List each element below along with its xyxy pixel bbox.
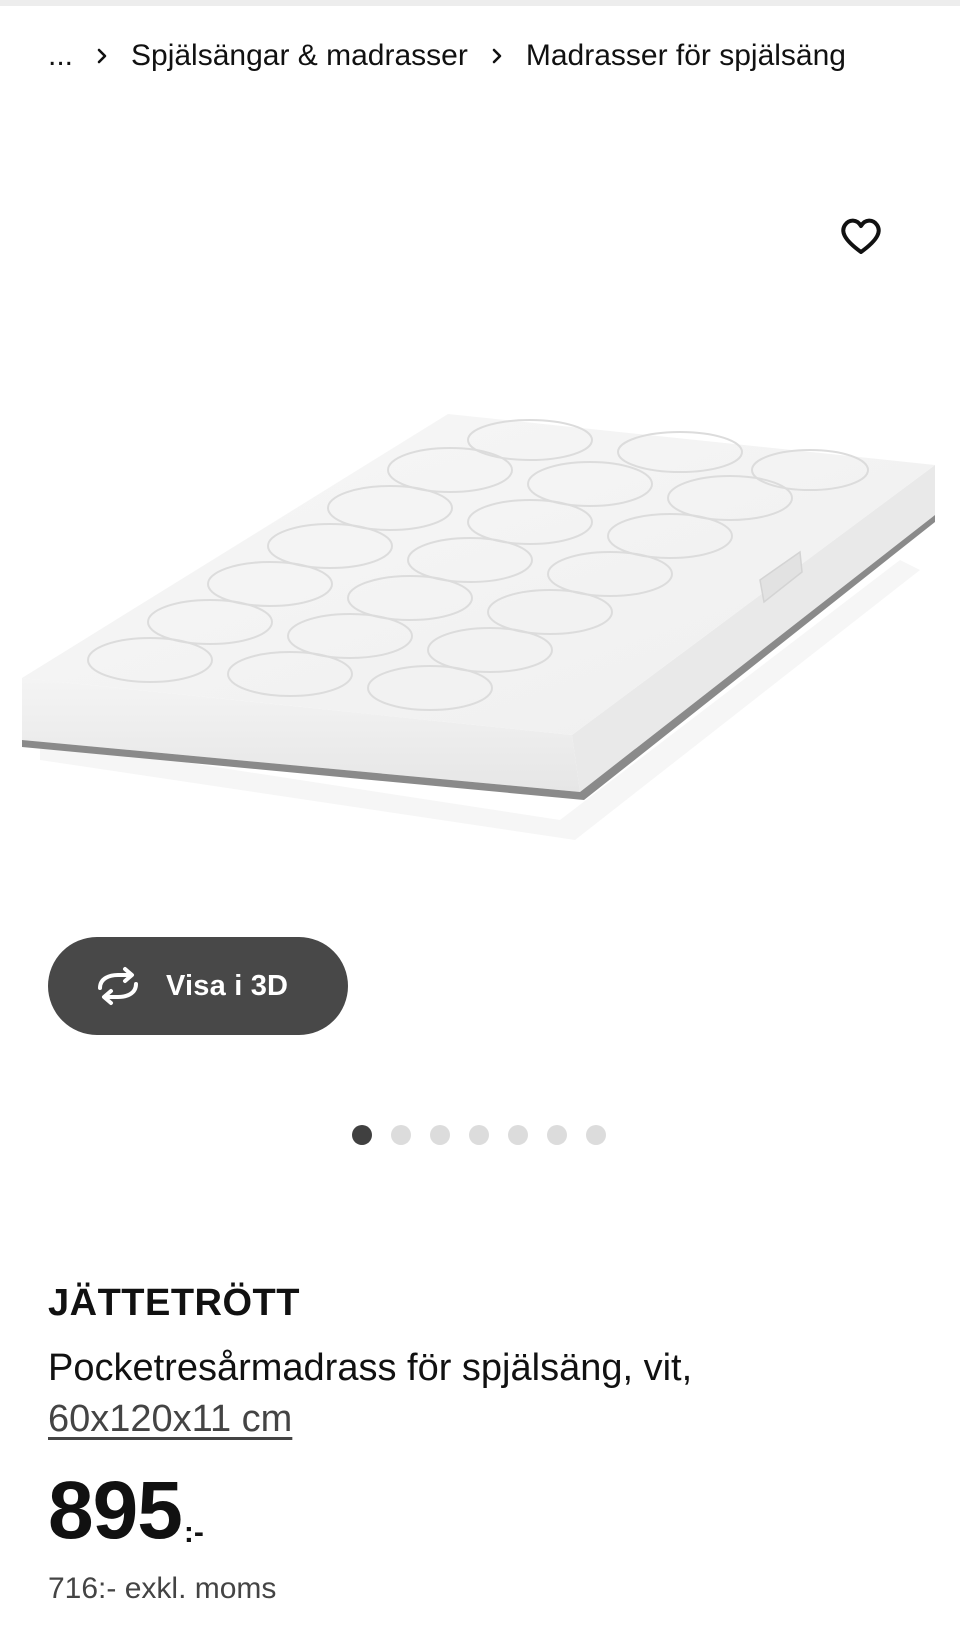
product-name: JÄTTETRÖTT: [48, 1282, 300, 1324]
product-image[interactable]: [0, 340, 960, 960]
product-size-link[interactable]: 60x120x11 cm: [48, 1398, 292, 1441]
pagination-dot[interactable]: [391, 1125, 411, 1145]
favorite-button[interactable]: [835, 210, 887, 262]
product-description: Pocketresårmadrass för spjälsäng, vit,: [48, 1347, 693, 1389]
chevron-right-icon: [490, 47, 504, 65]
view-in-3d-label: Visa i 3D: [166, 969, 289, 1002]
image-pagination: [352, 1125, 606, 1145]
pagination-dot[interactable]: [508, 1125, 528, 1145]
pagination-dot[interactable]: [586, 1125, 606, 1145]
chevron-right-icon: [95, 47, 109, 65]
top-divider: [0, 0, 960, 6]
breadcrumb-item-cribs-mattresses[interactable]: Spjälsängar & madrasser: [131, 39, 468, 73]
pagination-dot[interactable]: [352, 1125, 372, 1145]
pagination-dot[interactable]: [547, 1125, 567, 1145]
breadcrumb-item-crib-mattresses[interactable]: Madrasser för spjälsäng: [526, 39, 846, 73]
view-in-3d-button[interactable]: Visa i 3D: [48, 937, 348, 1035]
rotate-3d-icon: [92, 966, 144, 1006]
price-suffix: :-: [183, 1516, 204, 1549]
product-price: 895 :-: [48, 1466, 204, 1556]
breadcrumb-ellipsis[interactable]: ...: [48, 39, 73, 73]
price-excluding-vat: 716:- exkl. moms: [48, 1572, 277, 1605]
pagination-dot[interactable]: [469, 1125, 489, 1145]
heart-outline-icon: [841, 218, 881, 254]
price-amount: 895: [48, 1465, 183, 1556]
pagination-dot[interactable]: [430, 1125, 450, 1145]
breadcrumb: ... Spjälsängar & madrasser Madrasser fö…: [48, 36, 846, 76]
